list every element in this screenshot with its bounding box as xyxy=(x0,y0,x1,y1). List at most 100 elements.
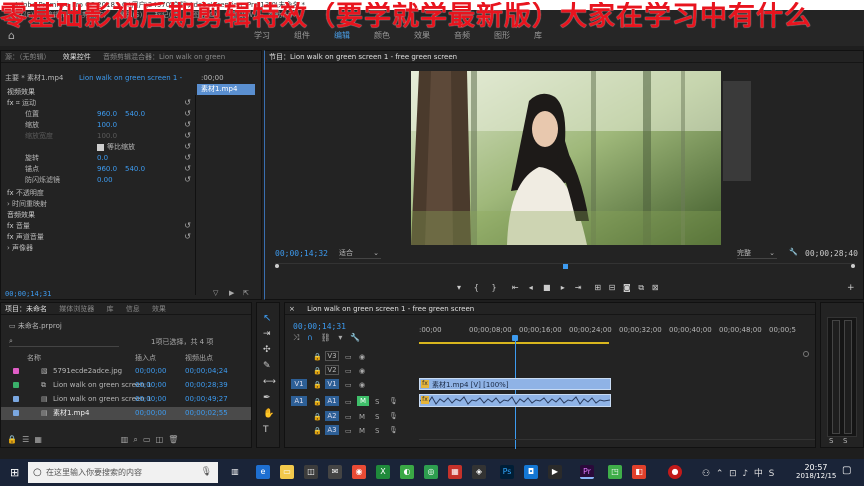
automate-icon[interactable]: ▥ xyxy=(121,435,129,444)
lock-icon[interactable]: 🔒 xyxy=(313,398,322,406)
type-tool-icon[interactable]: T xyxy=(263,425,269,435)
reset-icon[interactable]: ↺ xyxy=(184,153,191,162)
microphone-icon[interactable]: 🎙 xyxy=(201,462,212,483)
search-icon[interactable]: ⌕ xyxy=(133,435,137,444)
track-v3-label[interactable]: V3 xyxy=(325,351,339,361)
microphone-icon[interactable]: 🎙 xyxy=(389,397,398,405)
track-a2-label[interactable]: A2 xyxy=(325,411,339,421)
track-a3-label[interactable]: A3 xyxy=(325,425,339,435)
sync-icon[interactable]: ▭ xyxy=(345,353,352,361)
clock[interactable]: 20:57 2018/12/15 xyxy=(796,463,836,480)
mute-button[interactable]: M xyxy=(359,413,365,421)
reset-icon[interactable]: ↺ xyxy=(184,120,191,129)
filter-icon[interactable]: ▽ xyxy=(213,289,218,297)
microphone-icon[interactable]: 🎙 xyxy=(389,426,398,434)
add-marker-icon[interactable]: ▾ xyxy=(338,333,342,342)
microphone-icon[interactable]: 🎙 xyxy=(389,412,398,420)
uniform-scale-row[interactable]: 等比缩放 xyxy=(97,142,135,153)
new-bin-icon[interactable]: ▭ xyxy=(143,435,151,444)
export-icon[interactable]: ⇱ xyxy=(243,289,249,297)
linked-icon[interactable]: ⛓ xyxy=(321,333,331,342)
compare-icon[interactable]: ⧉ xyxy=(638,283,644,292)
table-row[interactable]: ▧ 5791ecde2adce.jpg 00;00;00 00;00;04;24 xyxy=(1,365,251,378)
reset-icon[interactable]: ↺ xyxy=(184,221,191,230)
timeline-scrollbar[interactable] xyxy=(419,439,815,445)
track-select-icon[interactable]: ⇥ xyxy=(263,329,271,339)
scale-value[interactable]: 100.0 xyxy=(97,120,117,131)
tab-source[interactable]: 源：（无剪辑） xyxy=(5,53,51,61)
track-v2-label[interactable]: V2 xyxy=(325,365,339,375)
rotation-value[interactable]: 0.0 xyxy=(97,153,108,164)
chevron-up-icon[interactable]: ⌃ xyxy=(716,469,724,479)
wechat-icon[interactable]: ◐ xyxy=(400,465,414,479)
premiere-icon[interactable]: Pr xyxy=(580,465,594,479)
taskbar-search-input[interactable]: ○ 在这里输入你要搜索的内容 🎙 xyxy=(28,462,218,483)
playhead[interactable] xyxy=(515,335,516,449)
store-icon[interactable]: ◫ xyxy=(304,465,318,479)
channel-volume-row[interactable]: fx 声道音量 xyxy=(7,232,44,243)
excel-icon[interactable]: X xyxy=(376,465,390,479)
sequence-label[interactable]: Lion walk on green screen 1 - free ... xyxy=(79,73,183,84)
lock-icon[interactable]: 🔒 xyxy=(313,367,322,375)
tab-effects[interactable]: 效果 xyxy=(152,305,166,313)
reset-icon[interactable]: ↺ xyxy=(184,142,191,151)
tab-audio-clip-mixer[interactable]: 音频剪辑混合器：Lion walk on green xyxy=(103,53,225,61)
insert-icon[interactable]: ⊞ xyxy=(594,283,601,292)
reset-icon[interactable]: ↺ xyxy=(184,232,191,241)
reset-icon[interactable]: ↺ xyxy=(184,175,191,184)
video-clip[interactable]: 素材1.mp4 [V] [100%] xyxy=(419,378,611,390)
app-tray-icon[interactable]: S xyxy=(769,469,775,479)
trash-icon[interactable]: 🗑 xyxy=(168,435,178,444)
reset-icon[interactable]: ↺ xyxy=(184,109,191,118)
mark-out-icon[interactable]: } xyxy=(492,283,497,292)
photoshop-icon[interactable]: Ps xyxy=(500,465,514,479)
column-in[interactable]: 插入点 xyxy=(135,353,156,364)
sync-icon[interactable]: ▭ xyxy=(345,413,352,421)
app-green2-icon[interactable]: ◳ xyxy=(608,465,622,479)
app-red2-icon[interactable]: ◧ xyxy=(632,465,646,479)
mute-button[interactable]: M xyxy=(359,427,365,435)
chrome-icon[interactable]: ◉ xyxy=(352,465,366,479)
task-view-icon[interactable]: ▥ xyxy=(228,465,242,479)
time-remap-row[interactable]: › 时间重映射 xyxy=(7,199,47,210)
settings-icon[interactable]: 🔧 xyxy=(350,333,360,342)
app-red-icon[interactable]: ▦ xyxy=(448,465,462,479)
table-row[interactable]: ⧉ Lion walk on green screen 1 00;00;00 0… xyxy=(1,379,251,392)
snap-icon[interactable]: ∩ xyxy=(307,333,313,342)
davinci-icon[interactable]: ◈ xyxy=(472,465,486,479)
tab-info[interactable]: 信息 xyxy=(126,305,140,313)
hand-icon[interactable]: ✋ xyxy=(263,409,274,419)
volume-icon[interactable]: ♪ xyxy=(742,469,748,479)
vr-icon[interactable]: ⊠ xyxy=(652,283,659,292)
anchor-y-value[interactable]: 540.0 xyxy=(125,164,145,175)
audio-clip[interactable] xyxy=(419,394,611,407)
sync-icon[interactable]: ▭ xyxy=(345,367,352,375)
list-view-icon[interactable]: ☰ xyxy=(22,435,29,444)
people-icon[interactable]: ⚇ xyxy=(702,469,710,479)
solo-button[interactable]: S xyxy=(375,427,379,435)
solo-right-button[interactable]: S xyxy=(843,437,847,445)
marker-icon[interactable]: ▾ xyxy=(457,283,461,292)
wrench-icon[interactable]: 🔧 xyxy=(789,248,798,256)
app-green-icon[interactable]: ◎ xyxy=(424,465,438,479)
solo-left-button[interactable]: S xyxy=(829,437,833,445)
stop-icon[interactable]: ■ xyxy=(543,283,551,292)
source-patch-a1[interactable]: A1 xyxy=(291,396,307,406)
lock-icon[interactable]: 🔒 xyxy=(7,435,17,444)
media-icon[interactable]: ▶ xyxy=(548,465,562,479)
solo-button[interactable]: S xyxy=(375,398,379,406)
reset-icon[interactable]: ↺ xyxy=(184,98,191,107)
play-icon[interactable]: ▶ xyxy=(229,289,234,297)
nest-icon[interactable]: ⤨ xyxy=(293,333,299,342)
sync-icon[interactable]: ▭ xyxy=(345,381,352,389)
column-out[interactable]: 视频出点 xyxy=(185,353,213,364)
tab-effect-controls[interactable]: 效果控件 xyxy=(63,53,91,61)
source-patch-v1[interactable]: V1 xyxy=(291,379,307,389)
lock-icon[interactable]: 🔒 xyxy=(313,381,322,389)
slip-icon[interactable]: ⟷ xyxy=(263,377,276,387)
solo-button[interactable]: S xyxy=(375,413,379,421)
mute-button[interactable]: M xyxy=(357,396,369,406)
program-timecode[interactable]: 00;00;14;32 xyxy=(275,248,328,259)
razor-icon[interactable]: ✎ xyxy=(263,361,271,371)
selection-tool-icon[interactable]: ↖ xyxy=(263,313,271,324)
